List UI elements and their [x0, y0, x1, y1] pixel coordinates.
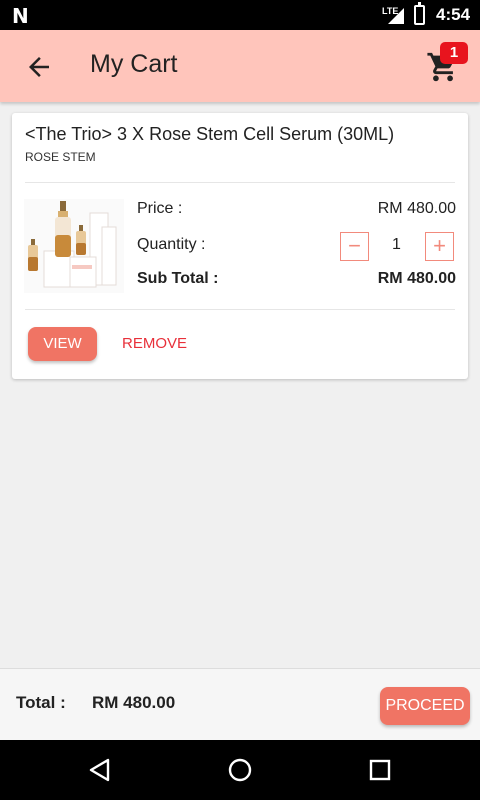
card-divider-bottom: [25, 309, 455, 310]
app-bar: My Cart: [0, 30, 480, 102]
n-logo-icon: N: [12, 4, 29, 28]
proceed-button[interactable]: PROCEED: [380, 687, 470, 725]
quantity-decrease-button[interactable]: −: [340, 232, 369, 261]
quantity-increase-button[interactable]: +: [425, 232, 454, 261]
total-bar: Total : RM 480.00 PROCEED: [0, 668, 480, 740]
total-label: Total :: [16, 693, 66, 712]
nav-recents-icon[interactable]: [366, 756, 394, 784]
product-brand: ROSE STEM: [25, 150, 96, 164]
remove-button[interactable]: REMOVE: [122, 335, 187, 352]
subtotal-label: Sub Total :: [137, 270, 219, 287]
product-title: <The Trio> 3 X Rose Stem Cell Serum (30M…: [25, 124, 395, 144]
view-button[interactable]: VIEW: [28, 327, 97, 361]
quantity-label: Quantity :: [137, 236, 206, 253]
system-nav-bar: [0, 740, 480, 800]
page-title: My Cart: [90, 50, 178, 78]
status-time: 4:54: [436, 5, 471, 24]
price-label: Price :: [137, 200, 183, 217]
total-value: RM 480.00: [92, 693, 176, 712]
arrow-back-icon[interactable]: [24, 52, 54, 82]
battery-charging-icon: [414, 2, 425, 25]
status-bar: N LTE 4:54: [0, 0, 480, 30]
subtotal-value: RM 480.00: [377, 270, 456, 287]
product-image: [24, 199, 124, 293]
nav-back-icon[interactable]: [86, 756, 114, 784]
cart-count-badge: 1: [440, 42, 468, 64]
signal-icon: [388, 8, 404, 24]
card-divider-top: [25, 182, 455, 183]
nav-home-icon[interactable]: [226, 756, 254, 784]
quantity-value: 1: [392, 236, 401, 253]
cart-item-card: <The Trio> 3 X Rose Stem Cell Serum (30M…: [12, 113, 468, 379]
price-value: RM 480.00: [377, 200, 456, 217]
